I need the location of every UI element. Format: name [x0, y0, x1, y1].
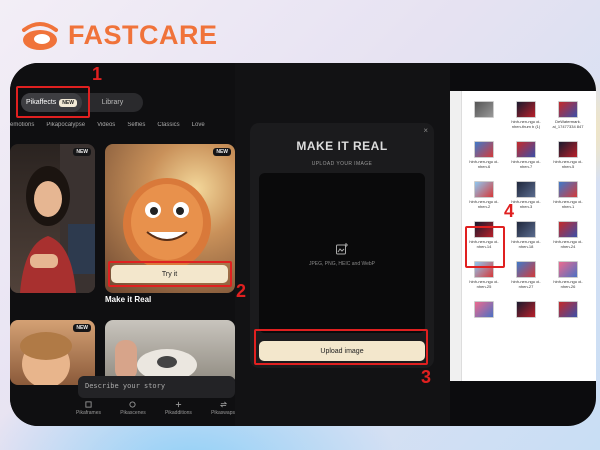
card-new-badge: NEW: [213, 148, 231, 156]
step-number-1: 1: [92, 64, 103, 84]
highlight-upload-button: [254, 329, 428, 365]
file-item[interactable]: hinh-nen-ngu oi-nhen-thum b (1): [507, 101, 545, 139]
file-name: hinh-nen-ngu oi-nhen-6: [469, 159, 499, 169]
tutorial-screenshot: Pikaffects NEW Library emotions Pikapoca…: [10, 63, 596, 426]
category-classics[interactable]: Classics: [157, 122, 179, 128]
file-thumbnail: [474, 181, 494, 198]
highlight-pikaffects-tab: [16, 86, 90, 118]
file-name: hinh-nen-ngu oi-nhen-2: [469, 199, 499, 209]
file-name: hinh-nen-ngu oi-nhen-1: [553, 199, 583, 209]
card-new-badge: NEW: [73, 324, 91, 332]
nav-pikascenes-label: Pikascenes: [120, 410, 146, 416]
scenes-icon: [129, 401, 137, 408]
file-item[interactable]: hinh-nen-ngu oi-nhen-6: [465, 141, 503, 179]
brand-header: FASTCARE: [18, 18, 218, 52]
file-item[interactable]: DeWatermark. ai_17477334 847: [549, 101, 587, 139]
nav-pikadditions[interactable]: Pikadditions: [165, 401, 192, 416]
file-thumbnail: [516, 181, 536, 198]
file-thumbnail: [558, 221, 578, 238]
file-name: hinh-nen-ngu oi-nhen-25: [469, 279, 499, 289]
file-item[interactable]: hinh-nen-ngu oi-nhen-7: [507, 141, 545, 179]
file-item[interactable]: hinh-nen-ngu oi-nhen-1: [549, 181, 587, 219]
file-item[interactable]: [549, 301, 587, 339]
file-item[interactable]: hinh-nen-ngu oi-nhen-18: [507, 221, 545, 259]
file-name: hinh-nen-ngu oi-nhen-24: [553, 239, 583, 249]
file-name: hinh-nen-ngu oi-nhen-26: [553, 279, 583, 289]
file-grid: hinh-nen-ngu oi-nhen-thum b (1) DeWaterma…: [465, 101, 587, 339]
image-upload-icon: [336, 243, 348, 255]
file-name: hinh-nen-ngu oi-nhen-7: [511, 159, 541, 169]
category-emotions[interactable]: emotions: [10, 122, 34, 128]
file-item[interactable]: [465, 101, 503, 139]
nav-pikadditions-label: Pikadditions: [164, 410, 192, 416]
file-name: hinh-nen-ngu oi-nhen-thum b (1): [511, 119, 541, 129]
brand-name: FASTCARE: [68, 19, 218, 50]
file-thumbnail: [516, 301, 536, 318]
story-prompt-input[interactable]: Describe your story: [78, 376, 235, 398]
close-icon[interactable]: ×: [423, 126, 428, 135]
file-thumbnail: [516, 141, 536, 158]
nav-pikaswaps[interactable]: Pikaswaps: [211, 401, 235, 416]
highlight-try-it: [108, 261, 232, 287]
file-item[interactable]: hinh-nen-ngu oi-nhen-5: [549, 141, 587, 179]
category-pikapocalypse[interactable]: Pikapocalypse: [46, 122, 85, 128]
file-name: hinh-nen-ngu oi-nhen-5: [553, 159, 583, 169]
frames-icon: [85, 401, 92, 408]
supported-formats-text: JPEG, PNG, HEIC and WebP: [308, 261, 376, 267]
file-thumbnail: [558, 261, 578, 278]
file-name: hinh-nen-ngu oi-nhen-27: [511, 279, 541, 289]
file-item[interactable]: [465, 301, 503, 339]
nav-pikaframes-label: Pikaframes: [76, 410, 102, 416]
file-thumbnail: [516, 101, 536, 118]
step-number-3: 3: [421, 367, 432, 387]
file-item[interactable]: hinh-nen-ngu oi-nhen-27: [507, 261, 545, 299]
nav-pikaswaps-label: Pikaswaps: [211, 410, 235, 416]
step-number-4: 4: [504, 201, 515, 221]
file-thumbnail: [474, 141, 494, 158]
card-title-make-it-real: Make it Real: [105, 295, 152, 304]
file-item[interactable]: [507, 301, 545, 339]
category-bar: emotions Pikapocalypse Videos Selfies Cl…: [10, 122, 235, 128]
file-thumbnail: [474, 301, 494, 318]
category-videos[interactable]: Videos: [97, 122, 115, 128]
dialog-subtitle: UPLOAD YOUR IMAGE: [311, 161, 373, 167]
file-thumbnail: [516, 221, 536, 238]
swaps-icon: [219, 401, 227, 408]
tab-library-label: Library: [101, 99, 124, 106]
nav-pikascenes[interactable]: Pikascenes: [120, 401, 146, 416]
file-thumbnail: [558, 181, 578, 198]
file-thumbnail: [558, 301, 578, 318]
file-item[interactable]: hinh-nen-ngu oi-nhen-2: [465, 181, 503, 219]
dialog-title: MAKE IT REAL: [296, 139, 388, 153]
file-item[interactable]: hinh-nen-ngu oi-nhen-26: [549, 261, 587, 299]
highlight-selected-file: [465, 226, 505, 268]
step-number-2: 2: [236, 281, 247, 301]
additions-icon: [175, 401, 182, 408]
image-dropzone[interactable]: JPEG, PNG, HEIC and WebP: [259, 173, 425, 333]
file-thumbnail: [516, 261, 536, 278]
category-love[interactable]: Love: [192, 122, 205, 128]
file-item[interactable]: hinh-nen-ngu oi-nhen-24: [549, 221, 587, 259]
category-selfies[interactable]: Selfies: [127, 122, 145, 128]
card-new-badge: NEW: [73, 148, 91, 156]
file-name: DeWatermark. ai_17477334 847: [552, 119, 584, 129]
tab-library[interactable]: Library: [82, 93, 143, 112]
fastcare-logo-icon: [22, 22, 58, 50]
make-it-real-panel: × MAKE IT REAL UPLOAD YOUR IMAGE JPEG, P…: [235, 63, 450, 426]
nav-pikaframes[interactable]: Pikaframes: [76, 401, 101, 416]
file-thumbnail: [558, 141, 578, 158]
file-thumbnail: [558, 101, 578, 118]
file-picker-sidebar: [450, 91, 462, 381]
effect-card-portrait[interactable]: NEW: [10, 144, 95, 293]
file-name: hinh-nen-ngu oi-nhen-18: [511, 239, 541, 249]
portrait-image: [20, 144, 95, 293]
file-thumbnail: [474, 101, 494, 118]
bottom-nav: Pikaframes Pikascenes Pikadditions Pikas…: [76, 401, 235, 416]
